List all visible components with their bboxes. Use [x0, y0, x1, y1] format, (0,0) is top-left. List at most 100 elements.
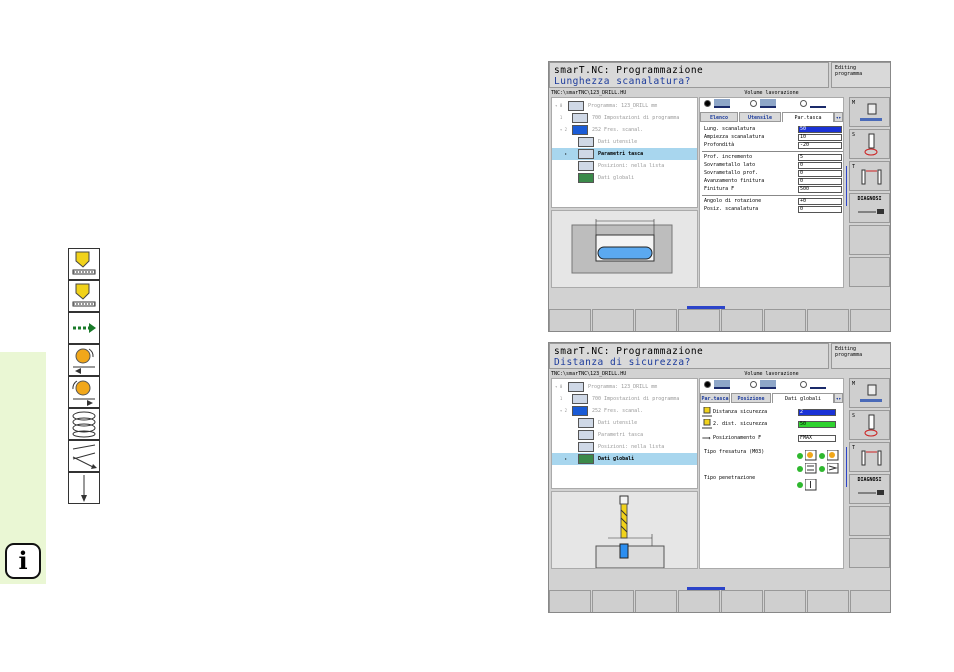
- tree-item[interactable]: 1 700 Impostazioni di programma: [552, 393, 697, 405]
- drill-preview-graphic: [551, 491, 698, 569]
- field-row: Finitura F 500: [702, 186, 843, 193]
- softkey-h3[interactable]: [635, 309, 677, 331]
- softkey-h8[interactable]: [850, 309, 890, 331]
- reciprocating-plunge-icon: [827, 463, 839, 474]
- softkey-t[interactable]: T: [849, 161, 890, 191]
- tree-item[interactable]: Posizioni: nella lista: [552, 441, 697, 453]
- tree-item[interactable]: ▾ 2 252 Fres. scanal.: [552, 405, 697, 417]
- tree-item[interactable]: 1 700 Impostazioni di programma: [552, 112, 697, 124]
- floor-allowance-input[interactable]: 0: [798, 170, 842, 177]
- side-allowance-input[interactable]: 0: [798, 162, 842, 169]
- softkey-h3[interactable]: [635, 590, 677, 612]
- plunge-depth-input[interactable]: 5: [798, 154, 842, 161]
- softkey-h2[interactable]: [592, 590, 634, 612]
- softkey-m[interactable]: M: [849, 378, 890, 408]
- radio-volume-3[interactable]: [800, 381, 807, 388]
- field-row: Profondità -20: [702, 142, 843, 149]
- horizontal-softkeys: [549, 590, 890, 612]
- softkey-blank-1[interactable]: [849, 506, 890, 536]
- tab-posizione[interactable]: Posizione: [731, 393, 771, 403]
- softkey-t[interactable]: T: [849, 442, 890, 472]
- softkey-h4[interactable]: [678, 590, 720, 612]
- tree-item-selected[interactable]: ▸ Dati globali: [552, 453, 697, 465]
- tree-item[interactable]: ▾ 0 Programma: 123_DRILL mm: [552, 100, 697, 112]
- program-tree: ▾ 0 Programma: 123_DRILL mm 1 700 Impostaz…: [551, 378, 698, 489]
- field-row: Ampiezza scanalatura 10: [702, 134, 843, 141]
- radio-volume-2[interactable]: [750, 100, 757, 107]
- tab-bar: Elenco Utensile Par.tasca ◂▸: [700, 112, 843, 122]
- tab-dati-globali[interactable]: Dati globali: [772, 393, 834, 403]
- softkey-h4[interactable]: [678, 309, 720, 331]
- radio-volume-2[interactable]: [750, 381, 757, 388]
- radio-volume-1[interactable]: [704, 100, 711, 107]
- softkey-blank-2[interactable]: [849, 538, 890, 568]
- screen-safety-distance: smarT.NC: Programmazione Distanza di sic…: [548, 342, 891, 613]
- tree-item[interactable]: Dati globali: [552, 172, 697, 184]
- softkey-h7[interactable]: [807, 590, 849, 612]
- radio-volume-3[interactable]: [800, 100, 807, 107]
- parameter-panel: Par.tasca Posizione Dati globali ◂▸ Dist…: [699, 378, 844, 569]
- tree-item[interactable]: Parametri tasca: [552, 429, 697, 441]
- app-title: smarT.NC: Programmazione: [554, 65, 704, 76]
- softkey-blank-1[interactable]: [849, 225, 890, 255]
- slot-width-input[interactable]: 10: [798, 134, 842, 141]
- tab-bar: Par.tasca Posizione Dati globali ◂▸: [700, 393, 843, 403]
- vertical-softkeys: M S T DIAGNOSI: [848, 370, 890, 580]
- tab-elenco[interactable]: Elenco: [700, 112, 738, 122]
- softkey-h7[interactable]: [807, 309, 849, 331]
- finish-infeed-input[interactable]: 0: [798, 178, 842, 185]
- tree-item-selected[interactable]: ▸ Parametri tasca: [552, 148, 697, 160]
- up-cut-milling-radio[interactable]: [819, 453, 825, 459]
- safety-distance-input[interactable]: 2: [798, 409, 836, 416]
- info-icon: i: [5, 543, 41, 579]
- second-safety-distance-input[interactable]: 50: [798, 421, 836, 428]
- field-row: Lung. scanalatura 50: [702, 126, 843, 133]
- softkey-diagnosi[interactable]: DIAGNOSI: [849, 474, 890, 504]
- scrollbar[interactable]: [846, 447, 847, 487]
- mode-indicator: Editing programma: [831, 62, 890, 88]
- plunge-arrow-icon: [68, 472, 100, 504]
- softkey-h6[interactable]: [764, 590, 806, 612]
- volume-3-icon: [810, 99, 826, 108]
- finish-feed-input[interactable]: 500: [798, 186, 842, 193]
- depth-input[interactable]: -20: [798, 142, 842, 149]
- tree-item[interactable]: Posizioni: nella lista: [552, 160, 697, 172]
- softkey-h1[interactable]: [549, 309, 591, 331]
- softkey-s[interactable]: S: [849, 129, 890, 159]
- softkey-h5[interactable]: [721, 590, 763, 612]
- helical-plunge-radio[interactable]: [797, 466, 803, 472]
- slot-position-input[interactable]: 0: [798, 206, 842, 213]
- climb-milling-radio[interactable]: [797, 453, 803, 459]
- screen-slot-length: smarT.NC: Programmazione Lunghezza scana…: [548, 61, 891, 332]
- softkey-blank-2[interactable]: [849, 257, 890, 287]
- tree-item[interactable]: Dati utensile: [552, 417, 697, 429]
- tab-par-tasca[interactable]: Par.tasca: [782, 112, 834, 122]
- tree-item[interactable]: ▾ 0 Programma: 123_DRILL mm: [552, 381, 697, 393]
- vertical-plunge-radio[interactable]: [797, 482, 803, 488]
- tab-scroll-arrows[interactable]: ◂▸: [834, 112, 843, 122]
- softkey-h8[interactable]: [850, 590, 890, 612]
- tree-item[interactable]: Dati utensile: [552, 136, 697, 148]
- radio-volume-1[interactable]: [704, 381, 711, 388]
- slot-length-input[interactable]: 50: [798, 126, 842, 133]
- reciprocating-plunge-radio[interactable]: [819, 466, 825, 472]
- softkey-diagnosi[interactable]: DIAGNOSI: [849, 193, 890, 223]
- softkey-s[interactable]: S: [849, 410, 890, 440]
- drill-tool-icon: [68, 280, 100, 312]
- app-title: smarT.NC: Programmazione: [554, 346, 704, 357]
- softkey-h5[interactable]: [721, 309, 763, 331]
- softkey-h1[interactable]: [549, 590, 591, 612]
- divider: [702, 151, 843, 152]
- field-row: Sovrametallo prof. 0: [702, 170, 843, 177]
- tab-utensile[interactable]: Utensile: [739, 112, 781, 122]
- scrollbar[interactable]: [846, 166, 847, 206]
- softkey-h2[interactable]: [592, 309, 634, 331]
- softkey-m[interactable]: M: [849, 97, 890, 127]
- tab-scroll-arrows[interactable]: ◂▸: [834, 393, 843, 403]
- rotation-angle-input[interactable]: +0: [798, 198, 842, 205]
- softkey-h6[interactable]: [764, 309, 806, 331]
- tab-par-tasca[interactable]: Par.tasca: [700, 393, 730, 403]
- positioning-feed-input[interactable]: FMAX: [798, 435, 836, 442]
- tree-item[interactable]: ▾ 2 252 Fres. scanal.: [552, 124, 697, 136]
- volume-radio-group: [700, 379, 843, 391]
